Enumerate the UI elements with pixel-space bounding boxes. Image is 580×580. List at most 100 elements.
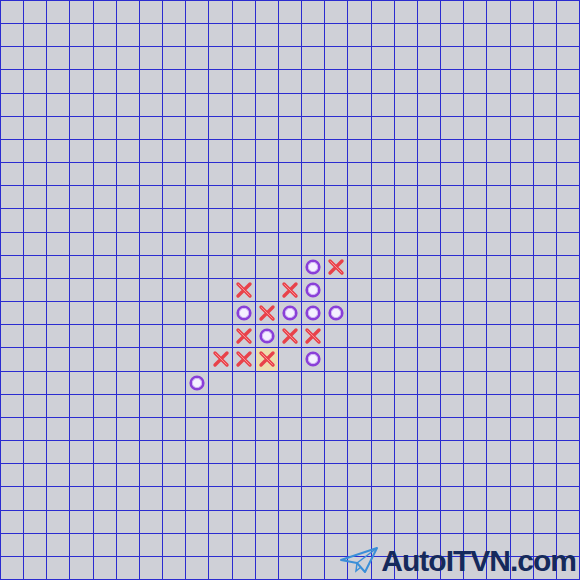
board-cell[interactable]	[302, 186, 325, 209]
board-cell[interactable]	[256, 70, 279, 93]
board-cell[interactable]	[256, 557, 279, 580]
board-cell[interactable]	[395, 233, 418, 256]
board-cell[interactable]	[487, 186, 510, 209]
board-cell[interactable]	[70, 94, 93, 117]
board-cell[interactable]	[1, 256, 24, 279]
board-cell[interactable]	[70, 1, 93, 24]
board-cell[interactable]	[511, 1, 534, 24]
board-cell[interactable]	[534, 186, 557, 209]
board-cell[interactable]	[395, 372, 418, 395]
board-cell[interactable]	[1, 464, 24, 487]
board-cell[interactable]	[372, 372, 395, 395]
board-cell[interactable]	[163, 325, 186, 348]
board-cell[interactable]	[418, 325, 441, 348]
board-cell[interactable]	[47, 70, 70, 93]
board-cell[interactable]	[24, 557, 47, 580]
board-cell[interactable]	[557, 94, 580, 117]
board-cell[interactable]	[1, 279, 24, 302]
board-cell[interactable]	[233, 140, 256, 163]
board-cell[interactable]	[186, 140, 209, 163]
board-cell[interactable]	[163, 418, 186, 441]
board-cell[interactable]	[534, 70, 557, 93]
board-cell[interactable]	[487, 233, 510, 256]
board-cell[interactable]	[24, 325, 47, 348]
board-cell[interactable]	[302, 1, 325, 24]
board-cell[interactable]	[47, 24, 70, 47]
board-cell[interactable]	[441, 395, 464, 418]
board-cell[interactable]	[372, 487, 395, 510]
board-cell[interactable]	[209, 395, 232, 418]
board-cell[interactable]	[395, 1, 418, 24]
board-cell[interactable]	[186, 209, 209, 232]
board-cell[interactable]	[464, 372, 487, 395]
board-cell[interactable]	[140, 140, 163, 163]
board-cell[interactable]	[395, 186, 418, 209]
board-cell[interactable]	[117, 557, 140, 580]
board-cell[interactable]	[47, 279, 70, 302]
board-cell[interactable]	[325, 418, 348, 441]
board-cell[interactable]	[47, 302, 70, 325]
board-cell[interactable]	[163, 256, 186, 279]
board-piece[interactable]	[256, 325, 279, 348]
board-cell[interactable]	[47, 325, 70, 348]
board-cell[interactable]	[464, 117, 487, 140]
board-cell[interactable]	[256, 1, 279, 24]
board-cell[interactable]	[47, 348, 70, 371]
board-cell[interactable]	[1, 418, 24, 441]
board-cell[interactable]	[47, 186, 70, 209]
board-cell[interactable]	[186, 487, 209, 510]
board-cell[interactable]	[441, 418, 464, 441]
board-cell[interactable]	[117, 209, 140, 232]
board-cell[interactable]	[70, 418, 93, 441]
board-cell[interactable]	[256, 163, 279, 186]
board-cell[interactable]	[1, 140, 24, 163]
board-cell[interactable]	[487, 279, 510, 302]
board-cell[interactable]	[233, 464, 256, 487]
board-cell[interactable]	[1, 1, 24, 24]
board-cell[interactable]	[233, 47, 256, 70]
board-cell[interactable]	[511, 233, 534, 256]
board-cell[interactable]	[94, 70, 117, 93]
board-piece[interactable]	[256, 348, 279, 371]
board-cell[interactable]	[534, 441, 557, 464]
board-cell[interactable]	[279, 117, 302, 140]
board-cell[interactable]	[70, 256, 93, 279]
board-cell[interactable]	[557, 24, 580, 47]
board-cell[interactable]	[487, 94, 510, 117]
board-cell[interactable]	[487, 302, 510, 325]
board-cell[interactable]	[534, 302, 557, 325]
board-cell[interactable]	[140, 209, 163, 232]
board-cell[interactable]	[395, 487, 418, 510]
board-cell[interactable]	[47, 534, 70, 557]
board-cell[interactable]	[395, 325, 418, 348]
board-cell[interactable]	[1, 117, 24, 140]
board-cell[interactable]	[511, 47, 534, 70]
board-cell[interactable]	[395, 256, 418, 279]
board-cell[interactable]	[418, 487, 441, 510]
board-cell[interactable]	[186, 348, 209, 371]
board-cell[interactable]	[348, 441, 371, 464]
board-cell[interactable]	[487, 70, 510, 93]
board-cell[interactable]	[395, 279, 418, 302]
board-cell[interactable]	[117, 279, 140, 302]
board-cell[interactable]	[325, 348, 348, 371]
board-cell[interactable]	[418, 47, 441, 70]
board-cell[interactable]	[464, 233, 487, 256]
board-cell[interactable]	[325, 464, 348, 487]
board-cell[interactable]	[209, 70, 232, 93]
board-piece[interactable]	[279, 325, 302, 348]
board-cell[interactable]	[140, 24, 163, 47]
board-cell[interactable]	[557, 140, 580, 163]
board-cell[interactable]	[233, 256, 256, 279]
board-cell[interactable]	[418, 441, 441, 464]
board-cell[interactable]	[24, 372, 47, 395]
board-cell[interactable]	[418, 464, 441, 487]
board-cell[interactable]	[487, 372, 510, 395]
board-cell[interactable]	[1, 163, 24, 186]
board-cell[interactable]	[24, 511, 47, 534]
board-cell[interactable]	[372, 464, 395, 487]
board-piece[interactable]	[256, 302, 279, 325]
board-cell[interactable]	[418, 209, 441, 232]
board-cell[interactable]	[534, 1, 557, 24]
board-cell[interactable]	[395, 418, 418, 441]
